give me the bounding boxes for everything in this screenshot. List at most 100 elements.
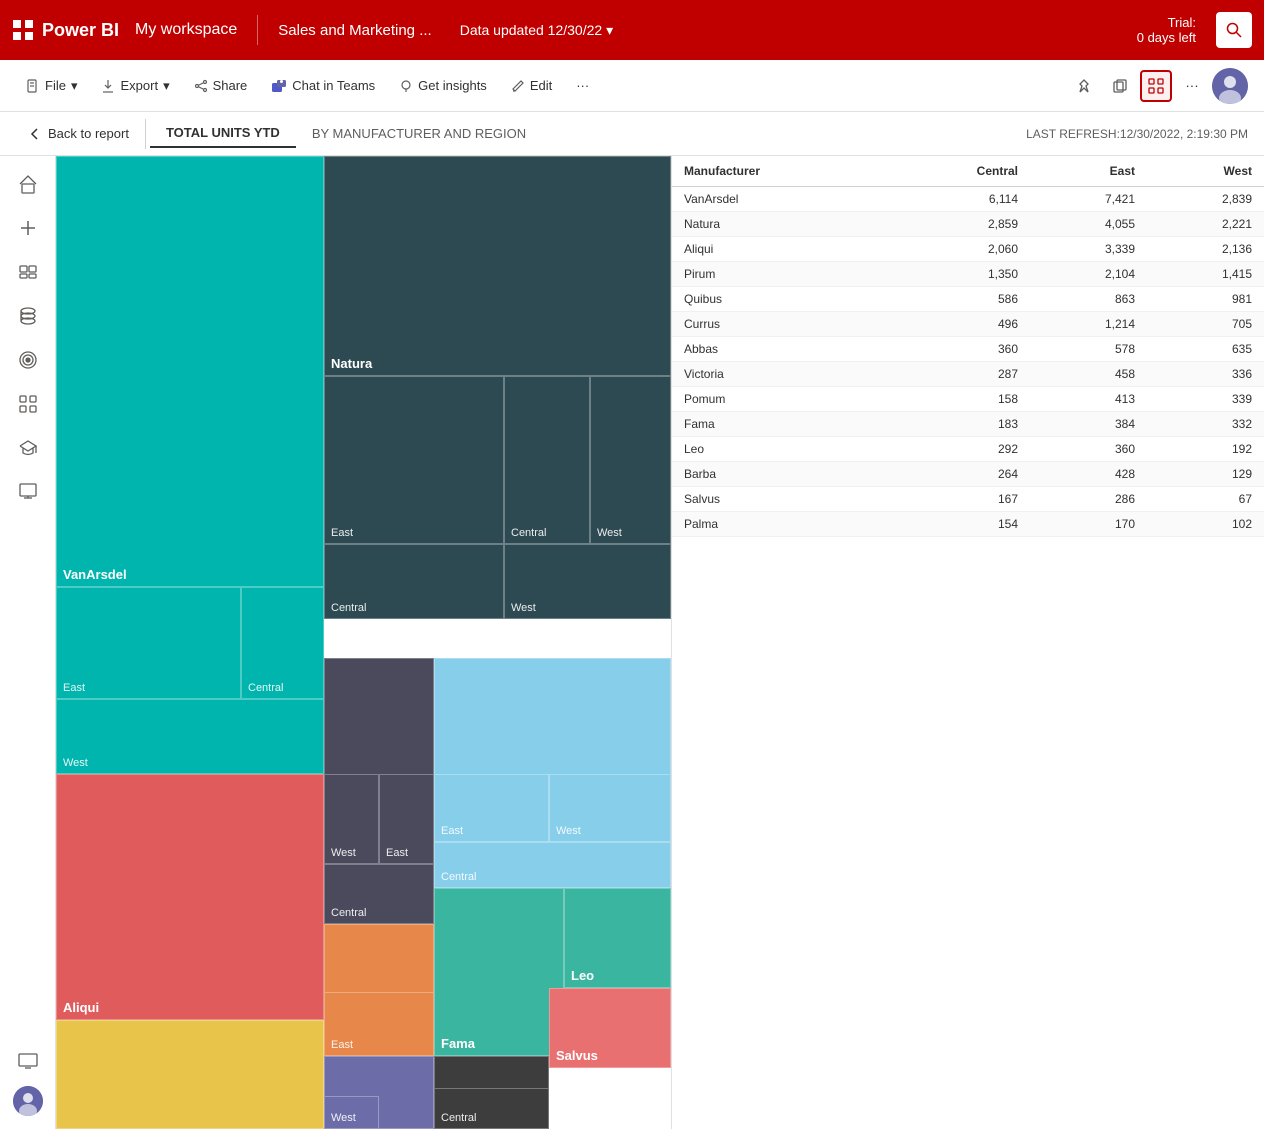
monitor-icon (18, 1051, 38, 1071)
tm-quibus-west[interactable]: West (324, 774, 379, 864)
cell-value: 167 (889, 487, 1030, 512)
table-row[interactable]: Palma154170102 (672, 512, 1264, 537)
more-toolbar-button[interactable]: ··· (1176, 70, 1208, 102)
tm-quibus-east[interactable]: East (379, 774, 434, 864)
table-row[interactable]: VanArsdel6,1147,4212,839 (672, 187, 1264, 212)
chat-in-teams-button[interactable]: Chat in Teams (261, 72, 385, 100)
more-options-button[interactable]: ··· (566, 72, 599, 99)
sidebar-item-goals[interactable] (8, 340, 48, 380)
sidebar-item-apps[interactable] (8, 384, 48, 424)
tm-natura-central[interactable]: Central (504, 376, 590, 544)
secondary-toolbar: Back to report TOTAL UNITS YTD BY MANUFA… (0, 112, 1264, 156)
back-to-report-button[interactable]: Back to report (16, 120, 141, 147)
table-header-row: Manufacturer Central East West (672, 156, 1264, 187)
tm-natura[interactable]: Natura (324, 156, 671, 376)
cell-value: 154 (889, 512, 1030, 537)
table-row[interactable]: Leo292360192 (672, 437, 1264, 462)
duplicate-button[interactable] (1104, 70, 1136, 102)
cell-manufacturer: Currus (672, 312, 889, 337)
share-button[interactable]: Share (184, 72, 258, 99)
edit-button[interactable]: Edit (501, 72, 562, 99)
report-title: Sales and Marketing ... (278, 22, 431, 39)
cell-value: 2,221 (1147, 212, 1264, 237)
sidebar-item-home[interactable] (8, 164, 48, 204)
tm-vanarsdel[interactable]: VanArsdel (56, 156, 324, 587)
teams-icon (271, 78, 287, 94)
sidebar-item-browse[interactable] (8, 252, 48, 292)
cell-value: 336 (1147, 362, 1264, 387)
tm-currus-west[interactable]: West (549, 774, 671, 842)
brand-logo[interactable]: Power BI (12, 19, 119, 41)
tm-quibus-central[interactable]: Central (324, 864, 434, 924)
cell-value: 1,350 (889, 262, 1030, 287)
tm-vanarsdel-west[interactable]: West (56, 699, 324, 774)
tm-natura-east[interactable]: East (324, 376, 504, 544)
pin-button[interactable] (1068, 70, 1100, 102)
table-row[interactable]: Natura2,8594,0552,221 (672, 212, 1264, 237)
table-row[interactable]: Abbas360578635 (672, 337, 1264, 362)
cell-value: 1,415 (1147, 262, 1264, 287)
table-row[interactable]: Salvus16728667 (672, 487, 1264, 512)
cell-value: 292 (889, 437, 1030, 462)
treemap-container[interactable]: VanArsdel East Central West Natura East … (56, 156, 671, 1129)
chevron-down-icon[interactable]: ▾ (606, 22, 613, 39)
cell-value: 2,859 (889, 212, 1030, 237)
duplicate-icon (1112, 78, 1128, 94)
table-row[interactable]: Fama183384332 (672, 412, 1264, 437)
sidebar-item-learn[interactable] (8, 428, 48, 468)
plus-icon (18, 218, 38, 238)
cell-value: 183 (889, 412, 1030, 437)
browse-icon (18, 262, 38, 282)
sidebar-item-user[interactable] (8, 1081, 48, 1121)
cell-value: 102 (1147, 512, 1264, 537)
tm-natura-west2[interactable]: West (504, 544, 671, 619)
cell-value: 67 (1147, 487, 1264, 512)
user-avatar[interactable] (1212, 68, 1248, 104)
tm-pirum[interactable] (56, 1020, 324, 1129)
sidebar-item-data[interactable] (8, 296, 48, 336)
tm-natura-central2[interactable]: Central (324, 544, 504, 619)
table-row[interactable]: Pirum1,3502,1041,415 (672, 262, 1264, 287)
table-row[interactable]: Currus4961,214705 (672, 312, 1264, 337)
cell-manufacturer: Pomum (672, 387, 889, 412)
table-row[interactable]: Aliqui2,0603,3392,136 (672, 237, 1264, 262)
sidebar (0, 156, 56, 1129)
sidebar-item-monitor[interactable] (8, 1041, 48, 1081)
focus-mode-button[interactable] (1140, 70, 1172, 102)
tm-leo[interactable]: Leo (564, 888, 671, 988)
table-row[interactable]: Victoria287458336 (672, 362, 1264, 387)
tm-currus-east[interactable]: East (434, 774, 549, 842)
search-icon (1226, 22, 1242, 38)
learn-icon (18, 438, 38, 458)
cell-value: 2,136 (1147, 237, 1264, 262)
file-button[interactable]: File ▾ (16, 72, 87, 100)
tm-aliqui[interactable]: Aliqui (56, 774, 324, 1020)
table-row[interactable]: Barba264428129 (672, 462, 1264, 487)
tm-vanarsdel-east[interactable]: East (56, 587, 241, 699)
cell-manufacturer: Salvus (672, 487, 889, 512)
tab-by-manufacturer[interactable]: BY MANUFACTURER AND REGION (296, 120, 542, 147)
tm-currus-central[interactable]: Central (434, 842, 671, 888)
cell-value: 863 (1030, 287, 1147, 312)
export-button[interactable]: Export ▾ (91, 72, 179, 100)
tm-vanarsdel-central[interactable]: Central (241, 587, 324, 699)
cell-value: 578 (1030, 337, 1147, 362)
tm-abbas-east[interactable]: East (324, 992, 434, 1056)
tm-victoria-west[interactable]: West (324, 1096, 379, 1129)
tm-natura-west[interactable]: West (590, 376, 671, 544)
sidebar-item-workspaces[interactable] (8, 472, 48, 512)
search-button[interactable] (1216, 12, 1252, 48)
table-row[interactable]: Quibus586863981 (672, 287, 1264, 312)
get-insights-button[interactable]: Get insights (389, 72, 497, 99)
tab-total-units[interactable]: TOTAL UNITS YTD (150, 119, 296, 148)
apps-icon (18, 394, 38, 414)
cell-value: 286 (1030, 487, 1147, 512)
cell-value: 192 (1147, 437, 1264, 462)
workspace-name[interactable]: My workspace (135, 21, 237, 39)
table-row[interactable]: Pomum158413339 (672, 387, 1264, 412)
tm-fama[interactable]: Fama (434, 888, 564, 1056)
tm-barba-central[interactable]: Central (434, 1088, 549, 1129)
goals-icon (18, 350, 38, 370)
sidebar-item-create[interactable] (8, 208, 48, 248)
tm-salvus[interactable]: Salvus (549, 988, 671, 1068)
